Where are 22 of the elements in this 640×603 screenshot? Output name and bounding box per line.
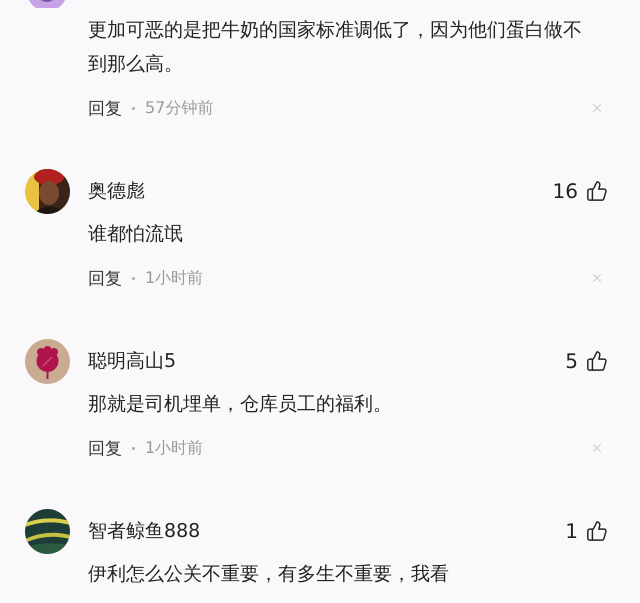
thumbs-up-icon[interactable] (586, 350, 608, 372)
separator-dot-icon (132, 446, 135, 450)
thumbs-up-icon[interactable] (586, 180, 608, 202)
like-count: 1 (565, 519, 578, 543)
thumbs-up-icon[interactable] (586, 520, 608, 542)
comment-time: 57分钟前 (145, 98, 214, 118)
separator-dot-icon (132, 106, 135, 110)
comment-time: 1小时前 (145, 268, 204, 288)
like-count: 5 (565, 349, 578, 373)
user-name[interactable]: 智者鲸鱼888 (88, 518, 200, 544)
comment-text: 伊利怎么公关不重要，有多生不重要，我看 (88, 562, 450, 587)
comment-text: 那就是司机埋单，仓库员工的福利。 (88, 392, 393, 417)
like-count: 16 (552, 179, 578, 203)
reply-link[interactable]: 回复 (88, 96, 122, 120)
reply-link[interactable]: 回复 (88, 266, 122, 290)
user-name[interactable]: 奥德彪 (88, 178, 145, 204)
comment-time: 1小时前 (145, 438, 204, 458)
separator-dot-icon (132, 276, 135, 280)
user-name[interactable]: 聪明高山5 (88, 348, 176, 374)
reply-link[interactable]: 回复 (88, 436, 122, 460)
comment-text: 谁都怕流氓 (88, 222, 184, 247)
comment-text: 更加可恶的是把牛奶的国家标准调低了，因为他们蛋白做不到那么高。 (88, 18, 583, 77)
